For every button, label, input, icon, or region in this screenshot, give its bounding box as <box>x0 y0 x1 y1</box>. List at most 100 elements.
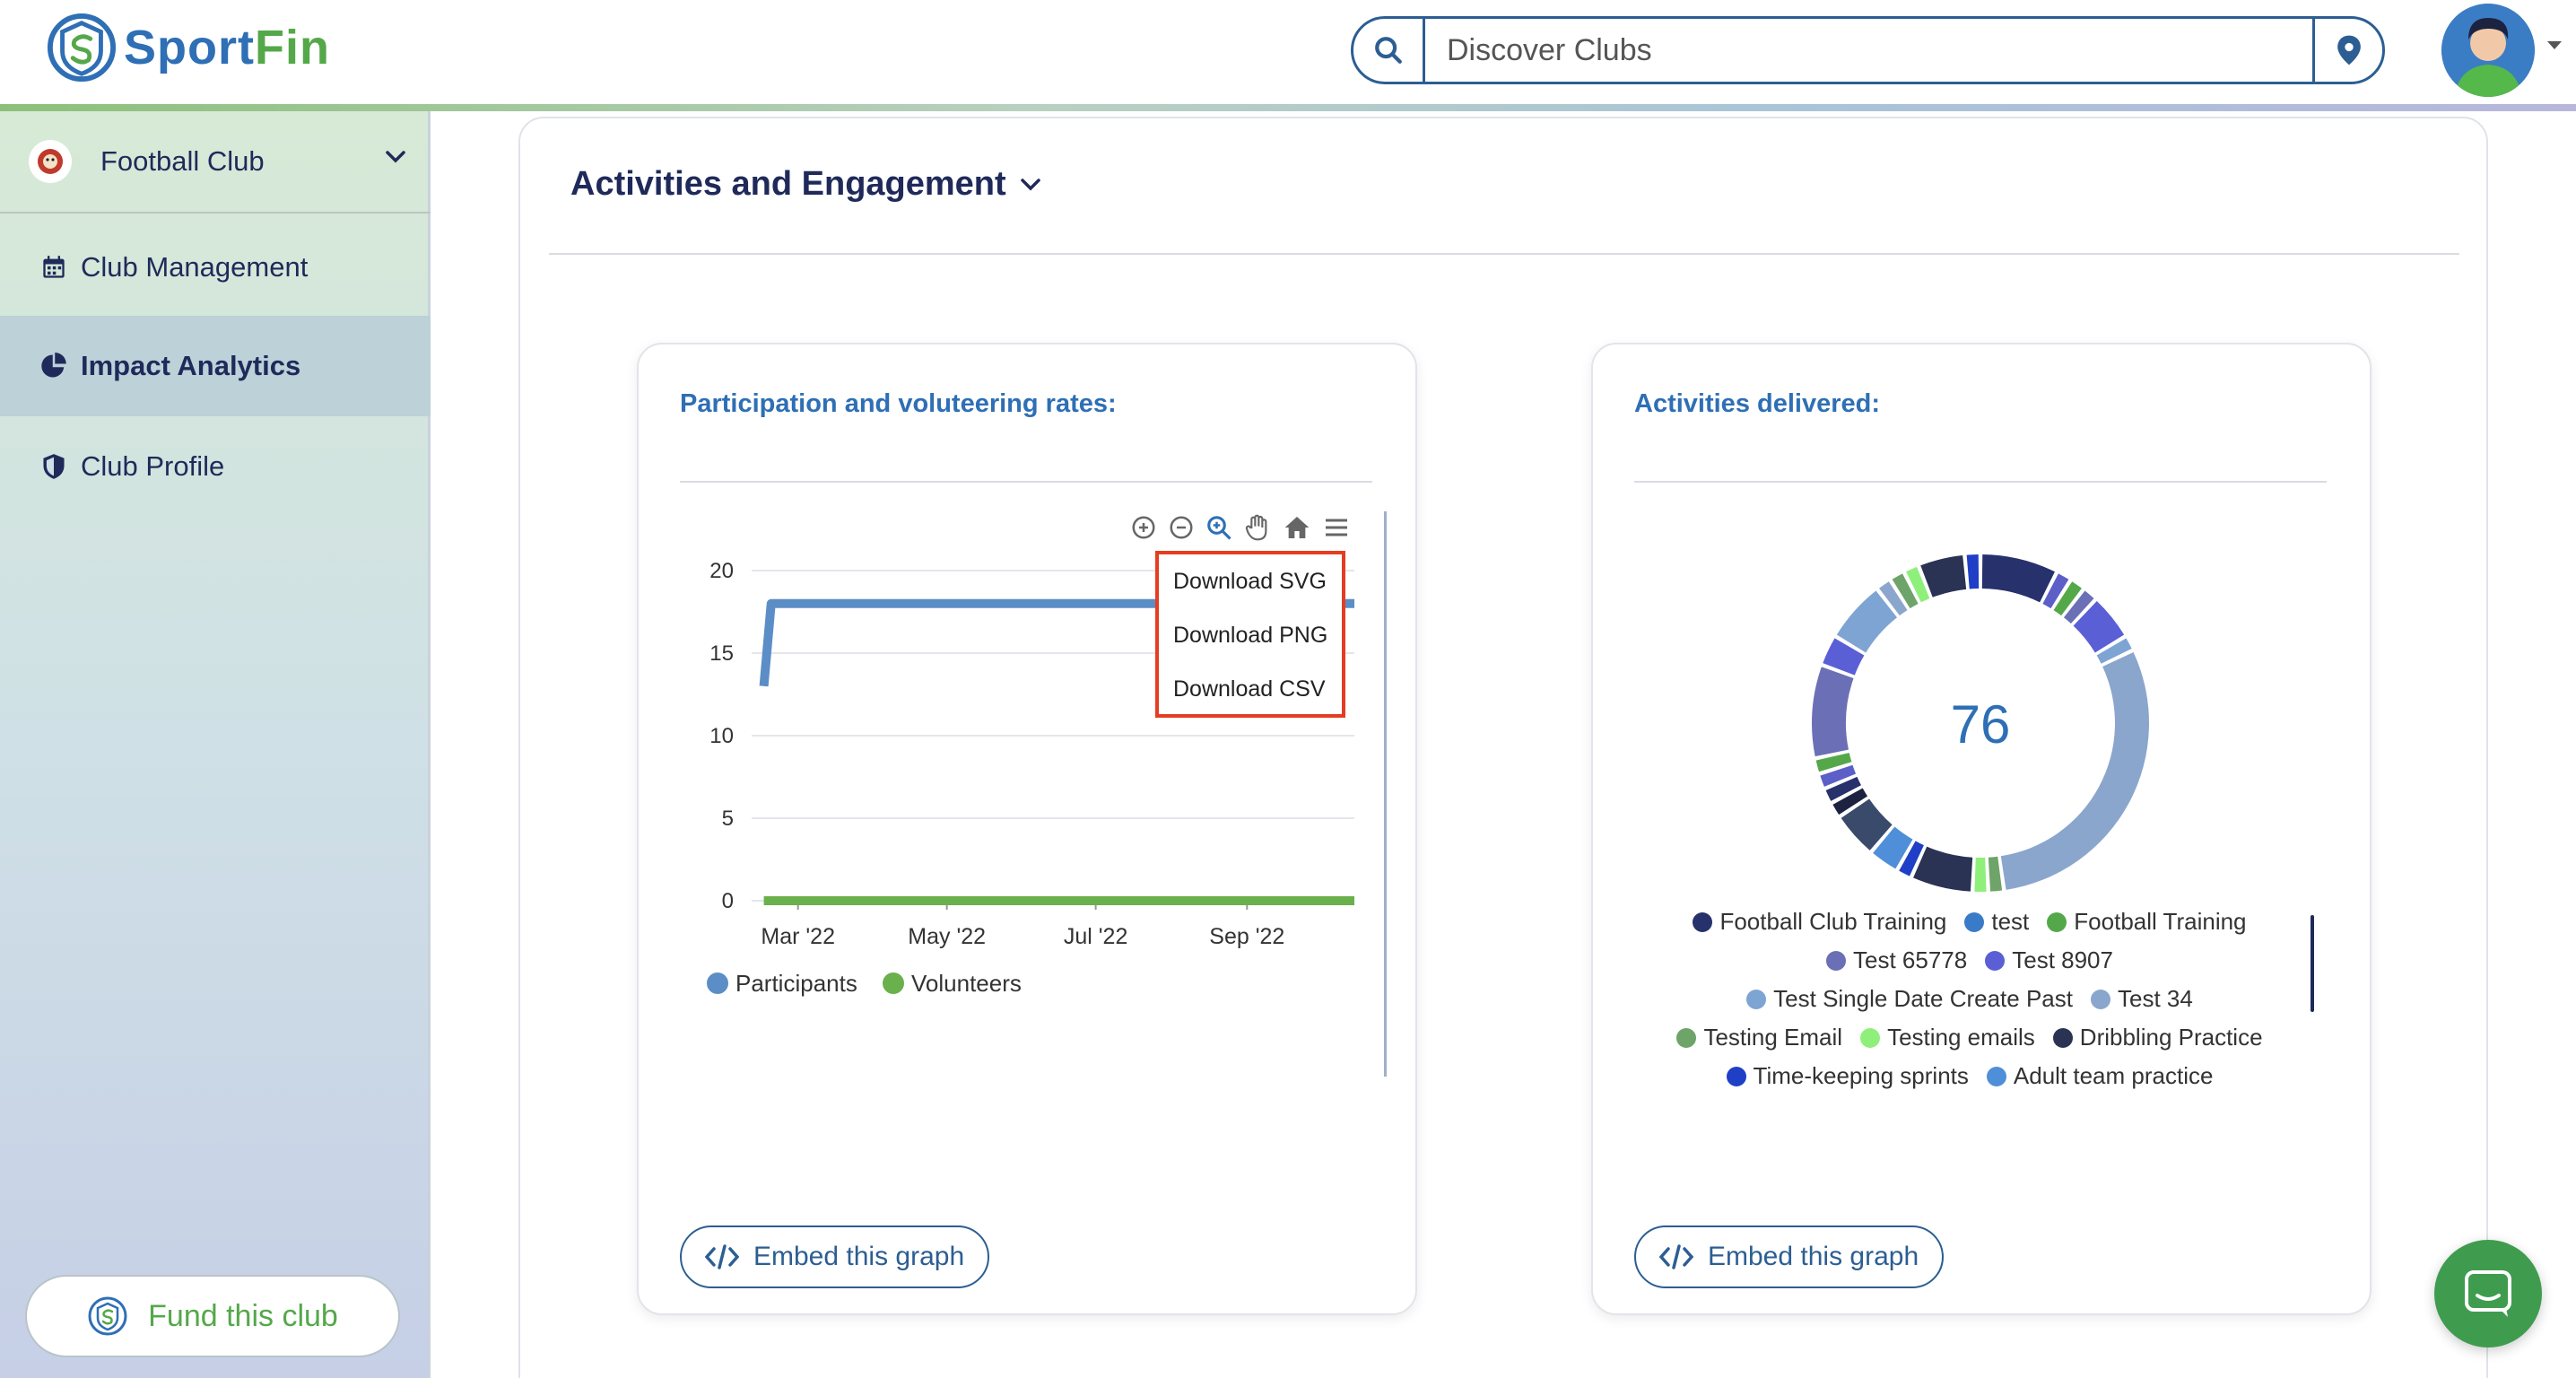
chat-support-button[interactable] <box>2434 1240 2542 1347</box>
chevron-down-icon <box>386 151 405 163</box>
legend-label: Test Single Date Create Past <box>1773 985 2073 1012</box>
account-menu-caret-icon[interactable] <box>2546 39 2563 52</box>
donut-legend: Football Club Training test Football Train… <box>1629 903 2311 1091</box>
donut-slice[interactable] <box>1913 846 1973 892</box>
legend-item[interactable]: Football Club Training <box>1693 908 1946 936</box>
download-png-item[interactable]: Download PNG <box>1159 608 1342 662</box>
zoom-out-icon[interactable] <box>1168 514 1195 541</box>
section-divider <box>549 253 2459 255</box>
legend-row: Time-keeping sprints Adult team practice <box>1629 1057 2311 1091</box>
section-dropdown[interactable]: Activities and Engagement <box>570 165 1040 204</box>
embed-label: Embed this graph <box>1708 1242 1919 1271</box>
legend-label: Test 65778 <box>1853 946 1968 973</box>
x-tick-label: Mar '22 <box>761 924 835 949</box>
legend-marker[interactable] <box>707 972 728 994</box>
legend-item[interactable]: Dribbling Practice <box>2052 1024 2263 1051</box>
legend-label: Testing Email <box>1703 1024 1843 1051</box>
legend-item[interactable]: Test 8907 <box>1985 946 2113 974</box>
calendar-icon <box>39 253 68 282</box>
x-tick-label: Jul '22 <box>1064 924 1127 949</box>
shield-icon <box>39 452 68 481</box>
legend-label: Test 34 <box>2118 985 2193 1012</box>
donut-slice[interactable] <box>1988 856 2003 892</box>
legend-item[interactable]: Test 65778 <box>1826 946 1967 974</box>
logo-sport-text: Sport <box>124 21 255 74</box>
zoom-in-icon[interactable] <box>1130 514 1157 541</box>
x-tick-label: May '22 <box>908 924 986 949</box>
donut-chart: 76 <box>1812 554 2149 892</box>
legend-marker <box>1746 989 1767 1009</box>
card-title: Participation and voluteering rates: <box>680 389 1117 418</box>
legend-item[interactable]: test <box>1964 908 2029 936</box>
legend-label: Football Club Training <box>1719 908 1947 935</box>
sidebar-item-club-management[interactable]: Club Management <box>0 217 431 318</box>
sidebar-item-label: Impact Analytics <box>81 350 301 381</box>
donut-slice[interactable] <box>1966 554 1980 589</box>
club-selector[interactable]: Football Club <box>0 111 431 214</box>
search-input[interactable] <box>1425 19 2312 82</box>
legend-marker <box>1826 950 1847 971</box>
download-csv-item[interactable]: Download CSV <box>1159 662 1342 716</box>
sportfin-logo-icon <box>47 13 117 83</box>
sidebar: Football Club Club Management Impact Ana… <box>0 111 431 1378</box>
legend-label[interactable]: Participants <box>735 970 857 997</box>
legend-item[interactable]: Adult team practice <box>1986 1062 2214 1090</box>
pan-hand-icon[interactable] <box>1243 513 1272 542</box>
sportfin-logo[interactable]: SportFin <box>47 13 330 83</box>
search-icon <box>1374 37 1402 64</box>
legend-marker[interactable] <box>883 972 904 994</box>
legend-item[interactable]: Test 34 <box>2091 985 2193 1013</box>
location-pin-icon <box>2337 35 2361 65</box>
chart-download-menu: Download SVG Download PNG Download CSV <box>1155 551 1345 718</box>
fund-club-button[interactable]: Fund this club <box>25 1275 400 1357</box>
embed-label: Embed this graph <box>753 1242 965 1271</box>
x-tick-label: Sep '22 <box>1209 924 1284 949</box>
sidebar-item-impact-analytics[interactable]: Impact Analytics <box>0 316 431 416</box>
club-name: Football Club <box>100 145 265 177</box>
legend-label: Testing emails <box>1887 1024 2035 1051</box>
legend-marker <box>1693 911 1713 932</box>
legend-marker <box>1964 911 1985 932</box>
y-tick-label: 0 <box>722 889 734 913</box>
donut-slice[interactable] <box>1974 857 1987 892</box>
donut-slice[interactable] <box>1920 555 1967 597</box>
sidebar-item-club-profile[interactable]: Club Profile <box>0 416 431 517</box>
legend-label[interactable]: Volunteers <box>911 970 1022 997</box>
legend-item[interactable]: Testing emails <box>1860 1024 2035 1051</box>
donut-slice[interactable] <box>1981 554 2055 603</box>
sportfin-coin-icon <box>88 1296 127 1336</box>
sidebar-item-label: Club Profile <box>81 450 225 482</box>
y-tick-label: 5 <box>722 807 734 831</box>
user-avatar[interactable] <box>2441 4 2535 97</box>
donut-slice[interactable] <box>1812 667 1854 757</box>
code-embed-icon <box>705 1244 739 1269</box>
legend-marker <box>1676 1027 1697 1048</box>
legend-item[interactable]: Test Single Date Create Past <box>1746 985 2073 1013</box>
y-tick-label: 20 <box>709 559 734 583</box>
home-reset-icon[interactable] <box>1283 513 1311 542</box>
chart-toolbar <box>1130 513 1351 542</box>
legend-label: Time-keeping sprints <box>1753 1062 1969 1089</box>
zoom-selection-icon[interactable] <box>1205 514 1232 541</box>
legend-marker <box>1860 1027 1881 1048</box>
location-button[interactable] <box>2312 19 2382 82</box>
donut-slice[interactable] <box>2000 652 2149 890</box>
legend-label: Adult team practice <box>2013 1062 2214 1089</box>
legend-item[interactable]: Time-keeping sprints <box>1726 1062 1969 1090</box>
sidebar-item-label: Club Management <box>81 251 309 283</box>
legend-item[interactable]: Football Training <box>2047 908 2247 936</box>
download-svg-item[interactable]: Download SVG <box>1159 554 1342 608</box>
embed-graph-button[interactable]: Embed this graph <box>1634 1225 1945 1288</box>
legend-row: Testing Email Testing emails Dribbling Pra… <box>1629 1018 2311 1057</box>
menu-hamburger-icon[interactable] <box>1322 513 1351 542</box>
embed-graph-button[interactable]: Embed this graph <box>680 1225 990 1288</box>
legend-scrollbar[interactable] <box>2311 915 2314 1012</box>
legend-item[interactable]: Testing Email <box>1676 1024 1842 1051</box>
club-badge-icon <box>29 140 72 183</box>
logo-fin-text: Fin <box>255 21 330 74</box>
card-divider <box>680 481 1372 483</box>
legend-row: Football Club Training test Football Train… <box>1629 903 2311 941</box>
avatar-image <box>2441 4 2535 97</box>
search-button[interactable] <box>1353 19 1425 82</box>
legend-marker <box>1985 950 2006 971</box>
